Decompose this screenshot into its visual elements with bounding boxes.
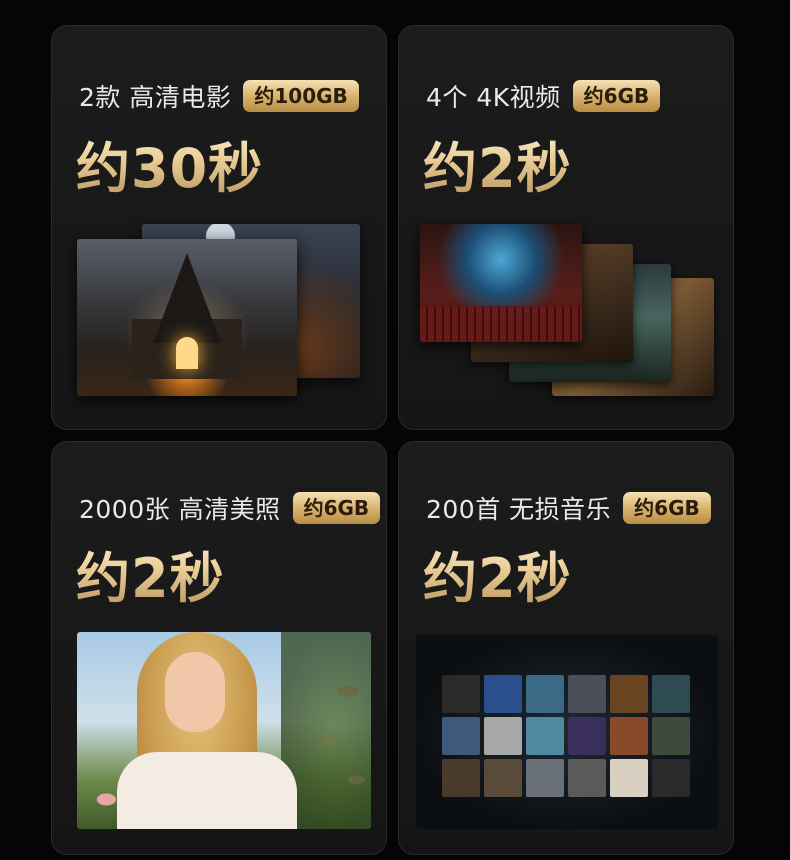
transfer-card-music: 200首 无损音乐 约6GB 约2秒	[398, 441, 734, 855]
transfer-card-movies: 2款 高清电影 约100GB 约30秒	[51, 25, 387, 430]
size-badge: 约100GB	[243, 80, 359, 112]
card-header: 200首 无损音乐 约6GB	[426, 490, 711, 526]
content-label: 200首 无损音乐	[426, 495, 612, 524]
size-badge: 约6GB	[623, 492, 711, 524]
transfer-card-photos: 2000张 高清美照 约6GB 约2秒	[51, 441, 387, 855]
card-header: 2000张 高清美照 约6GB	[79, 490, 381, 526]
content-label: 2000张 高清美照	[79, 495, 281, 524]
movie-poster-image	[77, 239, 297, 396]
size-badge: 约6GB	[292, 492, 381, 524]
video-thumbnail-1	[420, 224, 582, 342]
album-covers-grid-image	[416, 635, 718, 829]
card-header: 2款 高清电影 约100GB	[79, 78, 359, 114]
size-badge: 约6GB	[572, 80, 661, 112]
card-header: 4个 4K视频 约6GB	[426, 78, 661, 114]
portrait-photo	[77, 632, 371, 829]
transfer-time: 约2秒	[423, 534, 572, 613]
transfer-time: 约2秒	[423, 124, 572, 203]
content-label: 4个 4K视频	[426, 83, 561, 112]
content-label: 2款 高清电影	[79, 83, 232, 112]
transfer-card-4k-videos: 4个 4K视频 约6GB 约2秒	[398, 25, 734, 430]
transfer-time: 约30秒	[76, 124, 263, 203]
transfer-time: 约2秒	[76, 534, 225, 613]
